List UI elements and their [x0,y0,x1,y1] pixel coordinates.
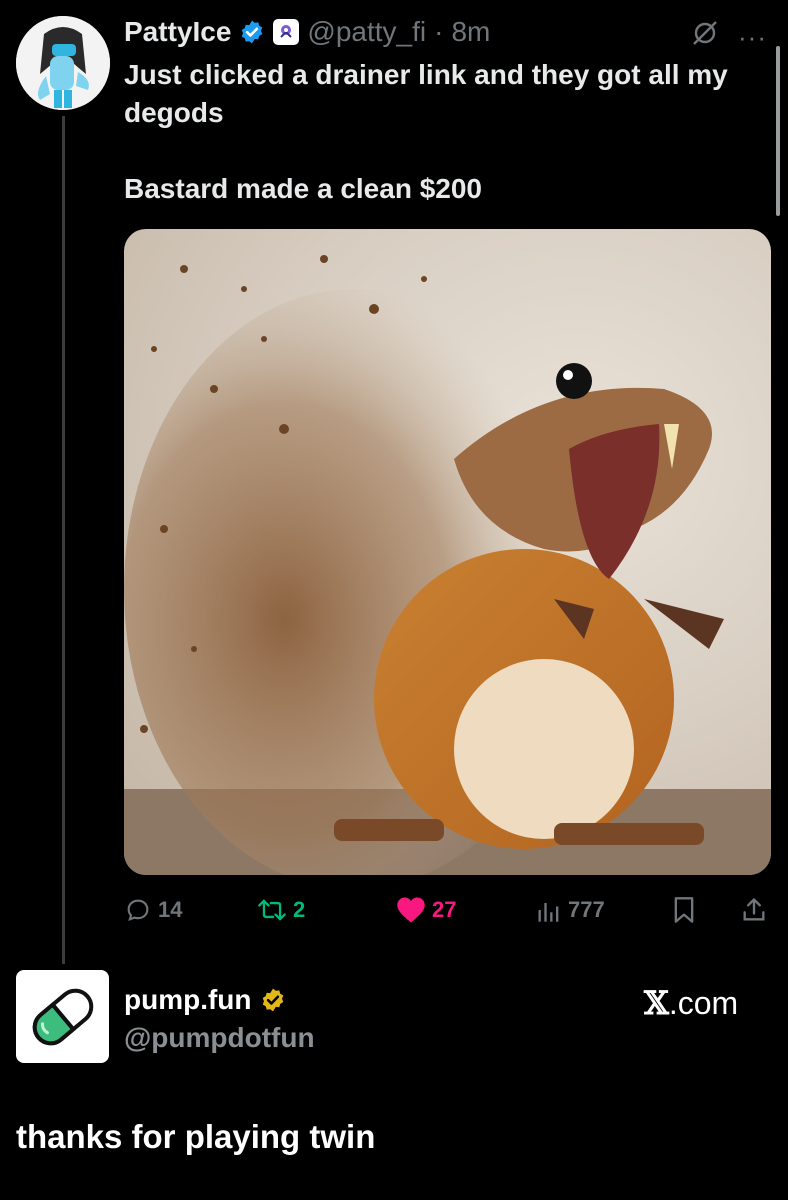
squirrel-image-icon [124,255,771,875]
author-avatar[interactable] [16,16,110,110]
grok-icon[interactable] [690,18,720,48]
header-separator: · [434,16,444,47]
author-handle[interactable]: @patty_fi [307,16,426,48]
like-action[interactable]: 27 [396,890,456,930]
like-count: 27 [432,897,457,922]
pumpfun-reply-text: thanks for playing twin [16,1118,376,1155]
repost-count: 2 [293,897,306,922]
tweet-text-line-1: Just clicked a drainer link and they got… [124,59,728,128]
share-icon [743,898,765,921]
views-count: 777 [568,897,605,922]
reply-count: 14 [158,897,183,922]
author-name[interactable]: PattyIce [124,16,231,48]
tweet-image[interactable] [124,229,771,875]
views-icon [538,903,559,922]
tweet-time[interactable]: 8m [451,16,490,48]
tweet-header: PattyIce @patty_fi · 8m [124,14,490,50]
pumpfun-name[interactable]: pump.fun [124,984,252,1016]
gold-verified-badge-icon [262,988,283,1012]
repost-icon [258,899,286,921]
tweet-actions: 14 2 27 777 [124,890,774,930]
repost-action[interactable]: 2 [257,890,305,930]
verified-badge-icon [242,20,263,44]
pumpfun-name-row: pump.fun [124,984,286,1016]
x-com-suffix: .com [668,985,739,1021]
reply-icon [127,899,149,922]
thread-line [62,116,65,964]
bookmark-action[interactable] [672,890,696,930]
tweet-text: Just clicked a drainer link and they got… [124,56,764,208]
views-action[interactable]: 777 [536,890,605,930]
x-logo-icon: 𝕏 [644,984,669,1022]
affiliate-badge-icon [273,19,300,45]
x-com-label: 𝕏.com [644,984,738,1022]
pumpfun-handle[interactable]: @pumpdotfun [124,1022,315,1054]
share-action[interactable] [740,890,768,930]
scrollbar[interactable] [776,46,780,216]
reply-action[interactable]: 14 [124,890,182,930]
heart-icon [397,897,425,923]
more-options-icon[interactable]: ··· [738,22,767,53]
tweet-text-line-2: Bastard made a clean $200 [124,173,482,204]
bookmark-icon [674,897,694,923]
pumpfun-avatar[interactable] [16,970,109,1063]
pill-icon [32,988,93,1045]
